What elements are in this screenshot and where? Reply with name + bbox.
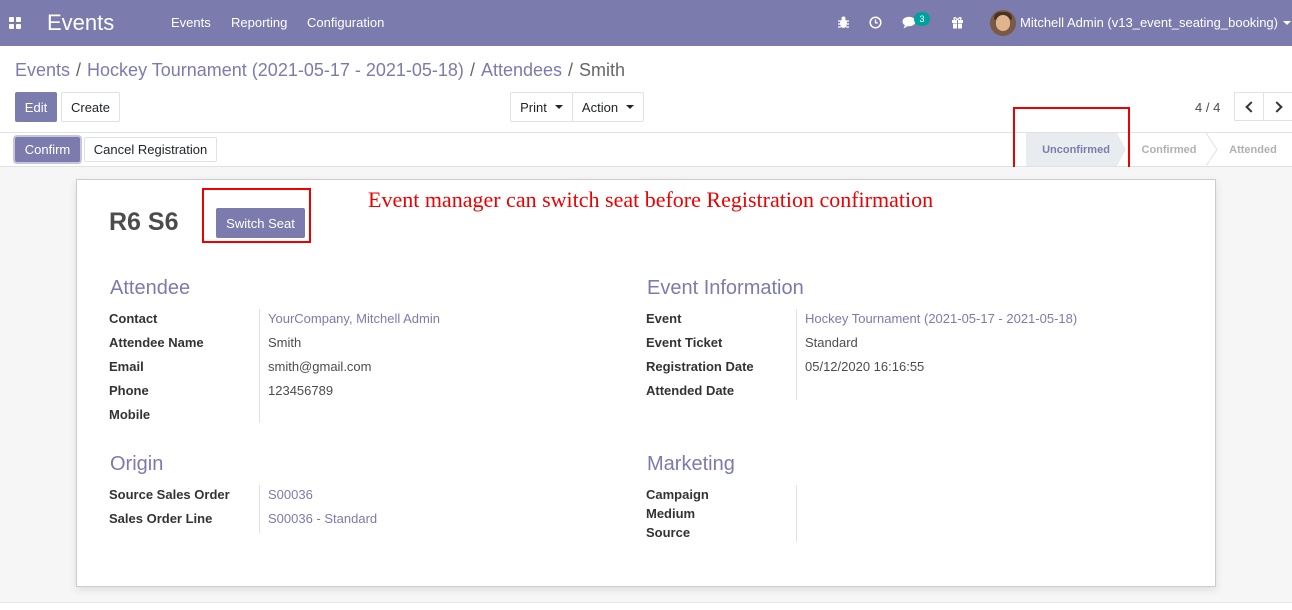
event-ticket-value: Standard [805, 335, 858, 350]
print-label: Print [520, 99, 547, 115]
app-name[interactable]: Events [47, 10, 114, 36]
chevron-left-icon [1244, 100, 1257, 113]
registration-date-label: Registration Date [646, 359, 754, 374]
breadcrumb-events[interactable]: Events [15, 60, 70, 80]
confirm-button[interactable]: Confirm [15, 137, 80, 162]
field-separator [259, 309, 260, 423]
action-dropdown[interactable]: Action [572, 92, 644, 122]
top-navbar: Events Events Reporting Configuration 3 … [0, 0, 1292, 46]
medium-label: Medium [646, 506, 696, 521]
source-sales-order-label: Source Sales Order [109, 487, 230, 502]
source-sales-order-value[interactable]: S00036 [268, 487, 313, 502]
event-ticket-label: Event Ticket [646, 335, 723, 350]
sales-order-line-value[interactable]: S00036 - Standard [268, 511, 377, 526]
record-title: R6 S6 [109, 208, 179, 236]
page-bottom-divider [0, 602, 1292, 603]
pager-previous-button[interactable] [1234, 92, 1264, 121]
marketing-group-title: Marketing [647, 453, 735, 475]
sales-order-line-label: Sales Order Line [109, 511, 213, 526]
stage-attended[interactable]: Attended [1218, 133, 1288, 166]
menu-reporting[interactable]: Reporting [231, 15, 287, 30]
caret-down-icon [554, 105, 563, 109]
caret-down-icon [626, 105, 635, 109]
field-separator [796, 309, 797, 400]
mobile-label: Mobile [109, 407, 151, 422]
breadcrumb-current: Smith [579, 60, 626, 80]
breadcrumb-event[interactable]: Hockey Tournament (2021-05-17 - 2021-05-… [87, 60, 464, 80]
activity-clock-icon[interactable] [866, 13, 884, 31]
phone-value: 123456789 [268, 383, 334, 398]
attended-date-label: Attended Date [646, 383, 735, 398]
contact-label: Contact [109, 311, 158, 326]
cancel-registration-button[interactable]: Cancel Registration [84, 137, 217, 162]
debug-bug-icon[interactable] [834, 13, 852, 31]
annotation-highlight-switch-seat [202, 188, 311, 243]
create-button[interactable]: Create [61, 92, 120, 122]
chevron-down-icon[interactable] [1283, 21, 1291, 25]
field-separator [796, 485, 797, 542]
breadcrumb: Events / Hockey Tournament (2021-05-17 - 2… [15, 60, 626, 80]
pager-next-button[interactable] [1263, 92, 1292, 121]
user-menu[interactable]: Mitchell Admin (v13_event_seating_bookin… [1020, 15, 1278, 30]
attendee-group-title: Attendee [110, 277, 191, 299]
origin-group-title: Origin [110, 453, 164, 475]
gift-icon[interactable] [948, 13, 966, 31]
messages-count-badge: 3 [914, 12, 930, 26]
phone-label: Phone [109, 383, 149, 398]
action-label: Action [581, 99, 619, 115]
annotation-highlight-status [1013, 107, 1130, 174]
field-separator [259, 485, 260, 533]
event-info-group-title: Event Information [647, 277, 804, 299]
menu-events[interactable]: Events [171, 15, 211, 30]
contact-value[interactable]: YourCompany, Mitchell Admin [268, 311, 440, 326]
event-label: Event [646, 311, 682, 326]
breadcrumb-attendees[interactable]: Attendees [481, 60, 562, 80]
event-value[interactable]: Hockey Tournament (2021-05-17 - 2021-05-… [805, 311, 1077, 326]
menu-configuration[interactable]: Configuration [307, 15, 384, 30]
user-avatar[interactable] [990, 10, 1016, 36]
apps-menu-icon[interactable] [9, 17, 21, 29]
print-dropdown[interactable]: Print [510, 92, 573, 122]
registration-date-value: 05/12/2020 16:16:55 [805, 359, 925, 374]
email-value: smith@gmail.com [268, 359, 372, 374]
stage-confirmed[interactable]: Confirmed [1130, 133, 1208, 166]
attendee-name-value: Smith [268, 335, 302, 350]
chevron-right-icon [1270, 100, 1283, 113]
campaign-label: Campaign [646, 487, 709, 502]
edit-button[interactable]: Edit [15, 92, 57, 122]
pager-value[interactable]: 4 / 4 [1195, 100, 1220, 115]
email-label: Email [109, 359, 144, 374]
annotation-text: Event manager can switch seat before Reg… [368, 187, 934, 212]
attendee-name-label: Attendee Name [109, 335, 204, 350]
source-label: Source [646, 525, 691, 540]
